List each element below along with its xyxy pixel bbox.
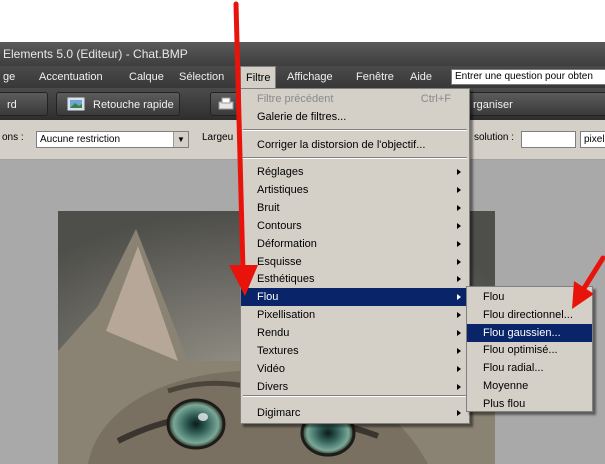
- category-label: Textures: [257, 345, 299, 357]
- category-label: Artistiques: [257, 183, 309, 196]
- window-titlebar: Elements 5.0 (Editeur) - Chat.BMP: [0, 42, 605, 66]
- submenu-arrow-icon: [457, 383, 461, 390]
- blur-submenu: Flou Flou directionnel... Flou gaussien...…: [466, 286, 593, 412]
- menu-item-filter-gallery[interactable]: Galerie de filtres...: [241, 108, 469, 126]
- menu-affichage[interactable]: Affichage: [282, 66, 338, 88]
- submenu-arrow-icon: [457, 222, 461, 229]
- menu-item-category[interactable]: Divers: [241, 378, 469, 396]
- menu-fenetre[interactable]: Fenêtre: [351, 66, 399, 88]
- menu-item-category[interactable]: Artistiques: [241, 181, 469, 199]
- submenu-arrow-icon: [457, 365, 461, 372]
- menu-item-category[interactable]: Contours: [241, 217, 469, 235]
- submenu-arrow-icon: [457, 240, 461, 247]
- menu-separator: [243, 395, 467, 397]
- category-label: Déformation: [257, 237, 317, 250]
- menu-item-category[interactable]: Bruit: [241, 199, 469, 217]
- resolution-label: solution :: [474, 132, 515, 143]
- menu-accentuation[interactable]: Accentuation: [34, 66, 108, 88]
- menu-item-category[interactable]: Vidéo: [241, 360, 469, 378]
- submenu-arrow-icon: [457, 294, 461, 301]
- submenu-arrow-icon: [457, 276, 461, 283]
- submenu-item-blur[interactable]: Flou gaussien...: [467, 323, 592, 342]
- category-label: Pixellisation: [257, 309, 316, 322]
- dropdown-arrow-icon: ▼: [173, 132, 188, 147]
- submenu-item-blur[interactable]: Flou directionnel...: [467, 306, 592, 324]
- category-label: Esquisse: [257, 255, 302, 268]
- menu-item-category[interactable]: Rendu: [241, 324, 469, 342]
- constraint-label: ons :: [2, 132, 24, 143]
- quick-fix-label: Retouche rapide: [93, 99, 174, 111]
- category-label: Rendu: [257, 327, 290, 340]
- menu-aide[interactable]: Aide: [405, 66, 437, 88]
- menu-separator: [243, 129, 467, 131]
- page-top-margin: [0, 0, 605, 42]
- submenu-item-blur[interactable]: Flou optimisé...: [467, 341, 592, 359]
- menu-separator: [243, 157, 467, 159]
- digimarc-label: Digimarc: [257, 407, 301, 419]
- submenu-arrow-icon: [457, 312, 461, 319]
- category-label: Réglages: [257, 166, 304, 178]
- menu-item-category[interactable]: Esquisse: [241, 253, 469, 271]
- submenu-arrow-icon: [457, 186, 461, 193]
- submenu-arrow-icon: [457, 348, 461, 354]
- submenu-arrow-icon: [457, 330, 461, 337]
- menu-item-lens-correction[interactable]: Corriger la distorsion de l'objectif...: [241, 136, 469, 154]
- submenu-arrow-icon: [457, 204, 461, 211]
- menu-item-category[interactable]: Déformation: [241, 235, 469, 253]
- menu-bar: ge Accentuation Calque Sélection Filtre …: [0, 66, 605, 88]
- category-label: Flou: [257, 291, 279, 304]
- menu-item-category[interactable]: Flou: [241, 288, 469, 307]
- quick-fix-button[interactable]: Retouche rapide: [56, 92, 180, 116]
- menu-item-category[interactable]: Esthétiques: [241, 270, 469, 288]
- category-label: Bruit: [257, 201, 280, 214]
- submenu-item-blur[interactable]: Plus flou: [467, 395, 592, 413]
- submenu-arrow-icon: [457, 410, 461, 416]
- standard-edit-button[interactable]: rd: [0, 92, 48, 116]
- width-label: Largeu: [202, 132, 234, 143]
- help-search-input[interactable]: Entrer une question pour obten: [451, 69, 605, 85]
- submenu-arrow-icon: [457, 169, 461, 175]
- category-label: Esthétiques: [257, 273, 315, 286]
- standard-edit-label: rd: [7, 99, 17, 111]
- organize-label: rganiser: [473, 99, 513, 111]
- menu-item-category[interactable]: Pixellisation: [241, 306, 469, 324]
- menu-item-last-filter[interactable]: Filtre précédent Ctrl+F: [241, 90, 469, 108]
- resolution-input[interactable]: [521, 131, 576, 148]
- menu-item-category[interactable]: Textures: [241, 342, 469, 360]
- menu-item-category[interactable]: Réglages: [241, 163, 469, 181]
- menu-image[interactable]: ge: [0, 66, 20, 88]
- category-label: Vidéo: [257, 362, 285, 375]
- menu-calque[interactable]: Calque: [124, 66, 169, 88]
- filter-menu: Filtre précédent Ctrl+F Galerie de filtr…: [240, 88, 470, 424]
- last-filter-label: Filtre précédent: [257, 93, 334, 105]
- unit-value: pixel: [584, 134, 605, 145]
- submenu-item-blur[interactable]: Flou radial...: [467, 359, 592, 377]
- last-filter-shortcut: Ctrl+F: [420, 93, 451, 105]
- window-title: Elements 5.0 (Editeur) - Chat.BMP: [3, 47, 188, 61]
- menu-item-digimarc[interactable]: Digimarc: [241, 404, 469, 422]
- menu-selection[interactable]: Sélection: [174, 66, 229, 88]
- organize-button[interactable]: rganiser: [462, 92, 605, 116]
- submenu-arrow-icon: [457, 258, 461, 265]
- quick-fix-icon: [67, 97, 85, 111]
- menu-filtre[interactable]: Filtre: [240, 66, 277, 88]
- category-label: Contours: [257, 219, 302, 232]
- submenu-item-blur[interactable]: Flou: [467, 288, 592, 306]
- submenu-item-blur[interactable]: Moyenne: [467, 377, 592, 395]
- unit-select[interactable]: pixel: [580, 131, 605, 148]
- category-label: Divers: [257, 380, 289, 393]
- printer-icon: [218, 97, 234, 110]
- constraint-value: Aucune restriction: [40, 134, 121, 145]
- constraint-select[interactable]: Aucune restriction ▼: [36, 131, 189, 148]
